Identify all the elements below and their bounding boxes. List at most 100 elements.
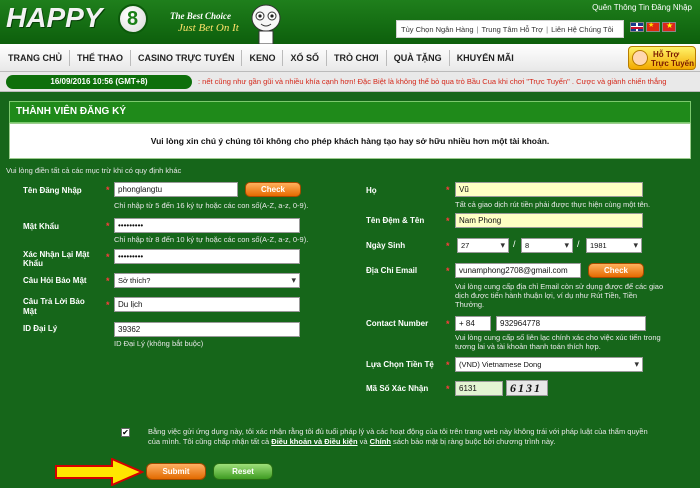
forgot-login-link[interactable]: Quên Thông Tin Đăng Nhập — [592, 3, 692, 12]
date-separator: / — [513, 239, 516, 249]
nav-games[interactable]: TRÒ CHƠI — [327, 53, 386, 63]
separator: | — [546, 24, 549, 34]
nav-gifts[interactable]: QUÀ TẶNG — [387, 53, 449, 63]
username-note: Chỉ nhập từ 5 đến 16 ký tự hoặc các con … — [114, 201, 309, 210]
check-username-button[interactable]: Check — [245, 182, 301, 197]
chinese-flag-icon[interactable] — [646, 21, 660, 32]
firstname-label: Tên Đệm & Tên — [366, 216, 425, 225]
agent-id-input[interactable]: 39362 — [114, 322, 300, 337]
confirm-password-input[interactable]: ••••••••• — [114, 249, 300, 264]
email-label: Địa Chỉ Email — [366, 266, 418, 275]
support-label-2: Trực Tuyến — [651, 59, 694, 68]
submit-button[interactable]: Submit — [146, 463, 206, 480]
nav-lottery[interactable]: XỔ SỐ — [283, 53, 326, 63]
email-input[interactable]: vunamphong2708@gmail.com — [455, 263, 581, 278]
privacy-policy-link[interactable]: Chính — [370, 437, 391, 446]
phone-label: Contact Number — [366, 319, 429, 328]
support-label-1: Hỗ Trợ — [653, 50, 680, 59]
required-mark: * — [106, 221, 110, 231]
agent-id-note: ID Đại Lý (không bắt buộc) — [114, 339, 204, 348]
required-mark: * — [106, 252, 110, 262]
security-answer-input[interactable]: Du lịch — [114, 297, 300, 312]
firstname-input[interactable]: Nam Phong — [455, 213, 643, 228]
required-mark: * — [106, 300, 110, 310]
ticker-bar: 16/09/2016 10:56 (GMT+8) : nết cũng như … — [0, 72, 700, 92]
currency-label: Lựa Chọn Tiền Tệ — [366, 360, 434, 369]
separator: | — [476, 24, 479, 34]
terms-link[interactable]: Điều khoản và Điều kiện — [271, 437, 357, 446]
lastname-input[interactable]: Vũ — [455, 182, 643, 197]
security-answer-label-2: Mật — [23, 307, 37, 316]
password-input[interactable]: ••••••••• — [114, 218, 300, 233]
server-datetime: 16/09/2016 10:56 (GMT+8) — [6, 75, 192, 89]
agreement-and: và — [357, 437, 370, 446]
top-links: Tùy Chọn Ngân Hàng | Trung Tâm Hỗ Trợ | … — [396, 20, 624, 38]
agent-id-label: ID Đại Lý — [23, 324, 58, 333]
nav-keno[interactable]: KENO — [242, 53, 282, 63]
lastname-label: Họ — [366, 186, 377, 195]
agreement-text: Bằng việc gửi ứng dụng này, tôi xác nhận… — [148, 427, 688, 447]
arrow-right-icon — [55, 458, 144, 486]
phone-note-2: tương lai và tài khoản thanh toán thích … — [455, 342, 601, 351]
dob-year-select[interactable]: 1981 — [586, 238, 642, 253]
required-mark: * — [106, 185, 110, 195]
required-mark: * — [446, 266, 450, 276]
required-mark: * — [106, 276, 110, 286]
password-note: Chỉ nhập từ 8 đến 10 ký tự hoặc các con … — [114, 235, 309, 244]
lastname-note: Tất cả giao dịch rút tiền phải được thực… — [455, 200, 651, 209]
currency-select[interactable]: (VND) Vietnamese Dong — [455, 357, 643, 372]
logo-ball[interactable]: 8 — [118, 4, 148, 34]
phone-note-1: Vui lòng cung cấp số liên lạc chính xác … — [455, 333, 661, 342]
live-support-button[interactable]: Hỗ Trợ Trực Tuyến — [628, 46, 696, 70]
vietnamese-flag-icon[interactable] — [662, 21, 676, 32]
username-input[interactable]: phonglangtu — [114, 182, 238, 197]
page-title: THÀNH VIÊN ĐĂNG KÝ — [9, 101, 691, 123]
nav-casino[interactable]: CASINO TRỰC TUYẾN — [131, 53, 241, 63]
check-email-button[interactable]: Check — [588, 263, 644, 278]
nav-sports[interactable]: THỂ THAO — [70, 53, 130, 63]
confirm-password-label-2: Khẩu — [23, 259, 43, 268]
security-question-label: Câu Hỏi Bảo Mật — [23, 276, 87, 285]
nav-home[interactable]: TRANG CHỦ — [0, 53, 69, 63]
main-nav: TRANG CHỦ THỂ THAO CASINO TRỰC TUYẾN KEN… — [0, 44, 700, 72]
agree-checkbox[interactable]: ✔ — [121, 428, 130, 437]
bank-options-link[interactable]: Tùy Chọn Ngân Hàng — [401, 25, 474, 34]
english-flag-icon[interactable] — [630, 22, 644, 32]
support-agent-icon — [632, 50, 648, 66]
agreement-text-post: sách bảo mật bị ràng buộc bởi chương trì… — [390, 437, 556, 446]
language-flags — [630, 21, 676, 32]
single-account-warning: Vui lòng xin chú ý chúng tôi không cho p… — [9, 123, 691, 159]
reset-button[interactable]: Reset — [213, 463, 273, 480]
phone-code-input[interactable]: + 84 — [455, 316, 491, 331]
username-label: Tên Đăng Nhập — [23, 186, 82, 195]
required-mark: * — [446, 216, 450, 226]
captcha-image: 6131 — [506, 380, 548, 396]
dob-day-select[interactable]: 27 — [457, 238, 509, 253]
security-question-select[interactable]: Sở thích? — [114, 273, 300, 288]
news-ticker[interactable]: : nết cũng như gần gũi và nhiều khía cạn… — [198, 75, 696, 89]
email-note-1: Vui lòng cung cấp địa chỉ Email còn sử d… — [455, 282, 664, 291]
site-header: HAPPY 8 The Best Choice Just Bet On It Q… — [0, 0, 700, 44]
slogan-line2: Just Bet On It — [178, 22, 239, 34]
dob-label: Ngày Sinh — [366, 241, 406, 250]
required-mark: * — [446, 241, 450, 251]
logo-digit: 8 — [127, 8, 139, 30]
email-note-3: Thưởng. — [455, 300, 485, 309]
email-note-2: dịch được tiến hành thuận lợi, ví dụ như… — [455, 291, 638, 300]
password-label: Mật Khẩu — [23, 222, 59, 231]
contact-us-link[interactable]: Liên Hệ Chúng Tôi — [551, 25, 613, 34]
date-separator: / — [577, 239, 580, 249]
support-center-link[interactable]: Trung Tâm Hỗ Trợ — [482, 25, 544, 34]
required-hint: Vui lòng điền tất cả các mục trừ khi có … — [6, 166, 182, 175]
security-answer-label-1: Câu Trả Lời Bảo — [23, 297, 85, 306]
agreement-line-2: của mình. Tôi cũng chấp nhận tất cả Điều… — [148, 437, 688, 447]
mascot-icon — [251, 4, 281, 44]
phone-number-input[interactable]: 932964778 — [496, 316, 646, 331]
required-mark: * — [446, 384, 450, 394]
captcha-label: Mã Số Xác Nhận — [366, 384, 429, 393]
logo-text[interactable]: HAPPY — [6, 2, 102, 34]
nav-promotions[interactable]: KHUYẾN MÃI — [450, 53, 521, 63]
dob-month-select[interactable]: 8 — [521, 238, 573, 253]
captcha-input[interactable]: 6131 — [455, 381, 503, 396]
required-mark: * — [446, 185, 450, 195]
